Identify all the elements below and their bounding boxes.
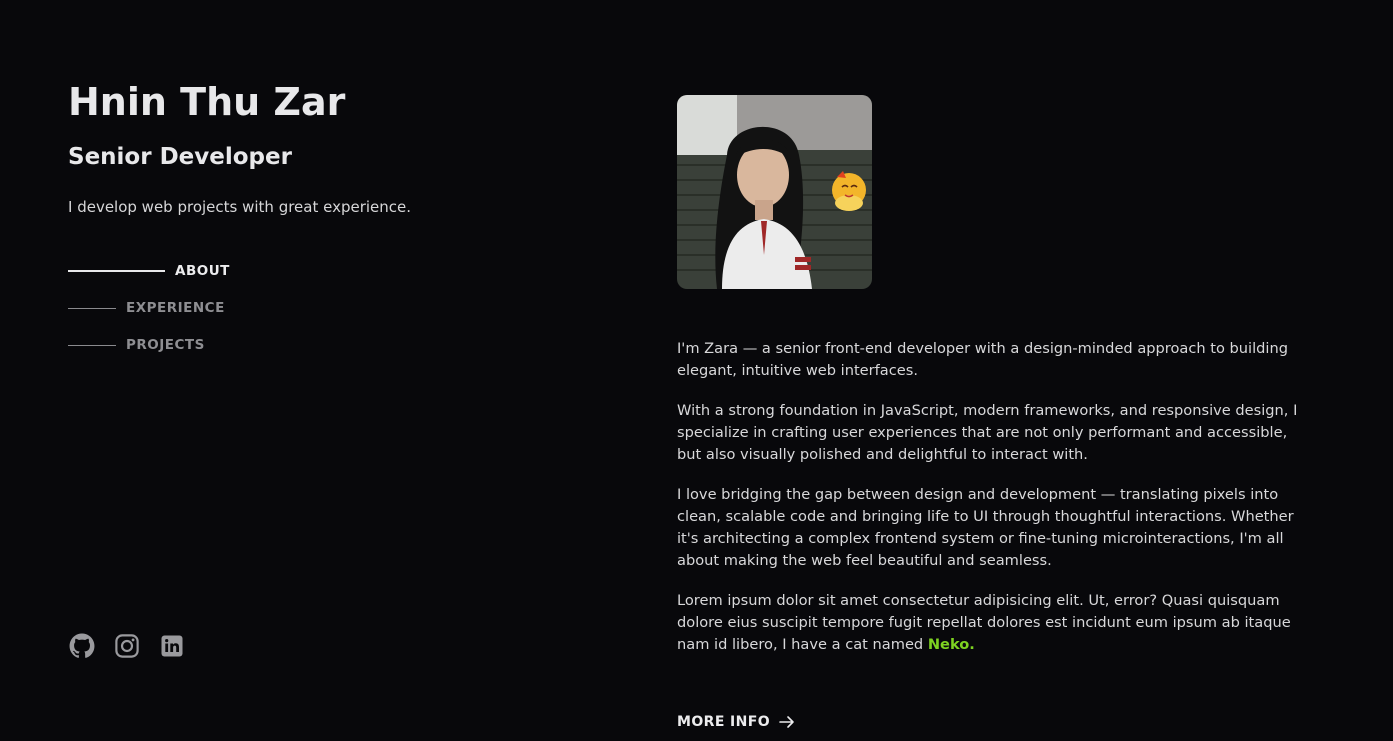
linkedin-icon: [160, 634, 184, 658]
about-paragraph: Lorem ipsum dolor sit amet consectetur a…: [677, 590, 1302, 656]
about-section: I'm Zara — a senior front-end developer …: [677, 338, 1302, 674]
profile-photo: [677, 95, 872, 289]
nav-item-label: EXPERIENCE: [126, 300, 225, 316]
nav-item-experience[interactable]: EXPERIENCE: [68, 297, 368, 319]
left-column: Hnin Thu Zar Senior Developer I develop …: [68, 0, 628, 741]
nav-indicator-line: [68, 344, 116, 346]
nav-indicator-line: [68, 307, 116, 309]
about-paragraph: With a strong foundation in JavaScript, …: [677, 402, 1298, 463]
page-title: Hnin Thu Zar: [68, 80, 346, 124]
instagram-icon: [114, 633, 140, 659]
nav-indicator-line: [68, 270, 165, 272]
nav-item-label: PROJECTS: [126, 337, 205, 353]
tagline: I develop web projects with great experi…: [68, 198, 412, 216]
nav-item-label: ABOUT: [175, 263, 230, 279]
nav-item-projects[interactable]: PROJECTS: [68, 334, 368, 356]
about-paragraph: I love bridging the gap between design a…: [677, 486, 1294, 569]
more-info-link[interactable]: MORE INFO: [677, 714, 795, 730]
about-paragraph: I'm Zara — a senior front-end developer …: [677, 340, 1288, 379]
about-paragraph-text: Lorem ipsum dolor sit amet consectetur a…: [677, 592, 1291, 653]
arrow-right-icon: [779, 715, 795, 729]
linkedin-link[interactable]: [158, 632, 186, 660]
right-column: I'm Zara — a senior front-end developer …: [677, 0, 1317, 741]
section-nav: ABOUT EXPERIENCE PROJECTS: [68, 260, 368, 371]
portfolio-page: Hnin Thu Zar Senior Developer I develop …: [0, 0, 1393, 741]
nav-item-about[interactable]: ABOUT: [68, 260, 368, 282]
instagram-link[interactable]: [113, 632, 141, 660]
more-info-label: MORE INFO: [677, 714, 771, 730]
job-title: Senior Developer: [68, 144, 292, 170]
social-links: [68, 632, 203, 660]
github-icon: [69, 633, 95, 659]
github-link[interactable]: [68, 632, 96, 660]
cat-name: Neko.: [927, 636, 975, 653]
